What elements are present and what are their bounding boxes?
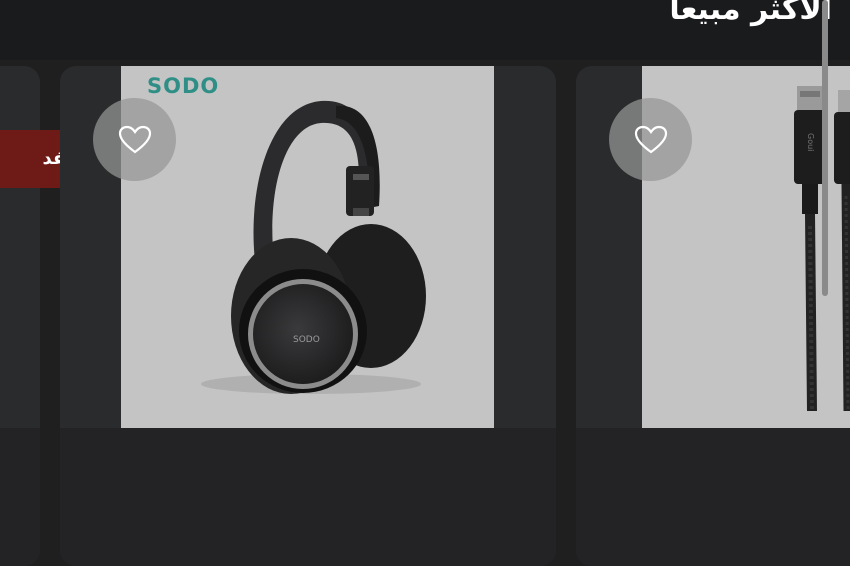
- svg-text:SODO: SODO: [293, 335, 320, 345]
- headphones-image[interactable]: SODO SODO: [121, 66, 494, 428]
- brand-logo: SODO: [147, 74, 220, 98]
- product-card-headphones[interactable]: SODO SODO: [60, 66, 556, 566]
- scrollbar-thumb[interactable]: [822, 0, 828, 296]
- card-info-area: [0, 428, 40, 566]
- heart-icon: [118, 125, 151, 153]
- product-card-cable[interactable]: Goui: [576, 66, 850, 566]
- card-info-area: [60, 428, 556, 566]
- section-title: الأكثر مبيعا: [669, 0, 832, 27]
- favorite-button[interactable]: [93, 98, 176, 181]
- svg-text:Goui: Goui: [806, 133, 815, 151]
- headphones-icon: SODO: [201, 100, 426, 394]
- favorite-button[interactable]: [609, 98, 692, 181]
- page-header: الأكثر مبيعا: [0, 0, 850, 60]
- card-info-area: [576, 428, 850, 566]
- heart-icon: [634, 125, 667, 153]
